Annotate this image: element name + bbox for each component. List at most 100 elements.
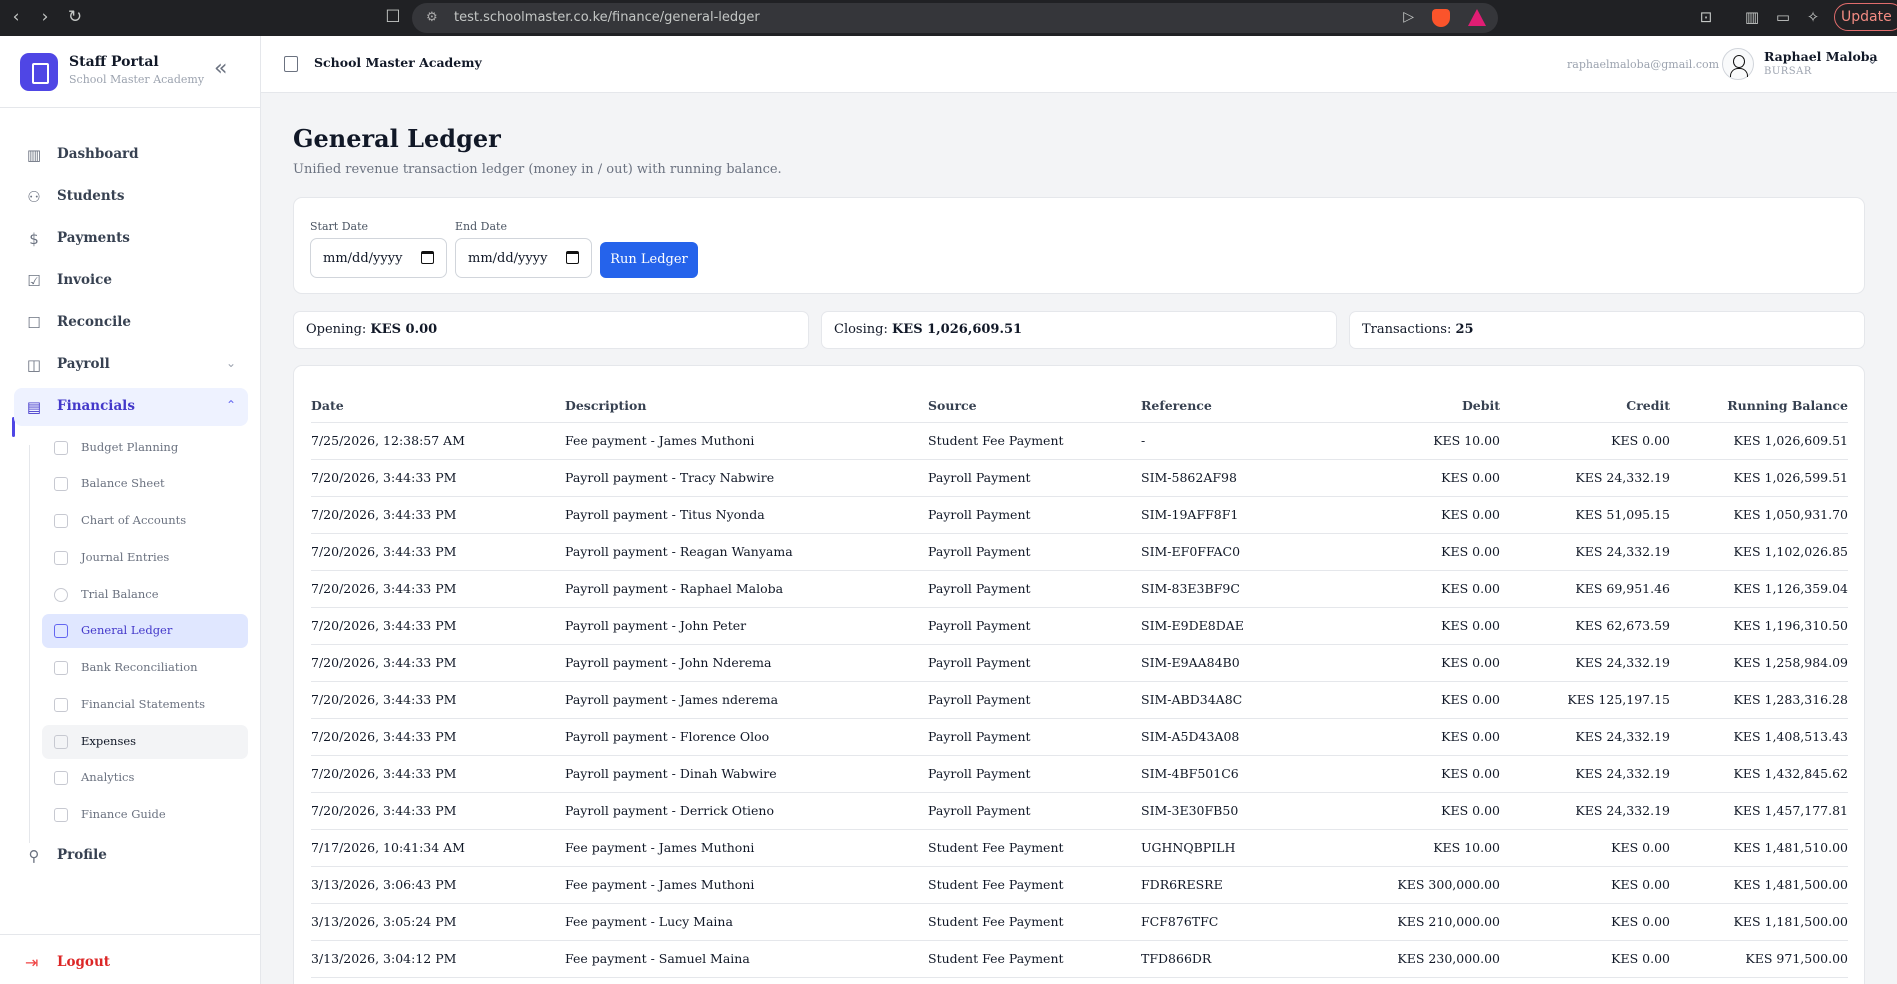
column-header: Running Balance xyxy=(1670,390,1848,423)
subitem-financial-statements[interactable]: Financial Statements xyxy=(42,688,248,722)
subitem-bank-reconciliation[interactable]: Bank Reconciliation xyxy=(42,651,248,685)
chevron-down-icon[interactable]: ⌄ xyxy=(1867,53,1878,68)
start-date-input[interactable]: mm/dd/yyyy xyxy=(310,238,447,278)
sidebar-item-profile[interactable]: ⚲ Profile xyxy=(14,837,248,875)
table-row: 7/17/2026, 10:41:34 AM Fee payment - Jame… xyxy=(311,829,1848,867)
cell-running-balance: KES 1,050,931.70 xyxy=(1670,496,1848,534)
cell-debit: KES 0.00 xyxy=(1306,459,1500,497)
cell-running-balance: KES 1,457,177.81 xyxy=(1670,792,1848,830)
user-name[interactable]: Raphael Maloba xyxy=(1764,49,1878,64)
wallet-icon[interactable]: ▭ xyxy=(1773,8,1793,26)
logout-button[interactable]: ⇥ Logout xyxy=(14,948,248,978)
cell-source: Student Fee Payment xyxy=(928,866,1141,904)
run-ledger-button[interactable]: Run Ledger xyxy=(600,242,698,278)
cell-date: 7/20/2026, 3:44:33 PM xyxy=(311,755,565,793)
clipboard-icon: ☐ xyxy=(27,314,41,332)
cell-source: Payroll Payment xyxy=(928,755,1141,793)
user-role: BURSAR xyxy=(1764,66,1812,77)
cell-description: Fee payment - James Muthoni xyxy=(565,422,928,460)
cell-reference: SIM-83E3BF9C xyxy=(1141,570,1306,608)
top-header: School Master Academy raphaelmaloba@gmai… xyxy=(261,36,1897,93)
cell-date: 3/13/2026, 3:06:43 PM xyxy=(311,866,565,904)
sidebar-item-dashboard[interactable]: ▥ Dashboard xyxy=(14,136,248,174)
cell-reference: TFD866DR xyxy=(1141,940,1306,978)
cell-date: 7/20/2026, 3:44:33 PM xyxy=(311,496,565,534)
brave-shields-icon[interactable] xyxy=(1432,9,1450,27)
sidebar-item-students[interactable]: ⚇ Students xyxy=(14,178,248,216)
receipt-icon xyxy=(54,735,68,749)
submenu-divider xyxy=(29,445,30,843)
column-header: Source xyxy=(928,390,1141,423)
forward-icon[interactable]: › xyxy=(35,7,55,27)
chart-bar-icon: ▥ xyxy=(26,146,42,164)
transactions-label: Transactions: xyxy=(1362,322,1452,337)
brave-rewards-icon[interactable] xyxy=(1468,9,1486,26)
subitem-trial-balance[interactable]: Trial Balance xyxy=(42,578,248,612)
subitem-analytics[interactable]: Analytics xyxy=(42,761,248,795)
back-icon[interactable]: ‹ xyxy=(6,7,26,27)
subitem-label: Balance Sheet xyxy=(81,476,165,490)
sidebar-item-reconcile[interactable]: ☐ Reconcile xyxy=(14,304,248,342)
sidebar-item-payments[interactable]: $ Payments xyxy=(14,220,248,258)
cell-credit: KES 24,332.19 xyxy=(1500,718,1670,756)
cell-reference: SIM-ABD34A8C xyxy=(1141,681,1306,719)
book-icon xyxy=(54,808,68,822)
calendar-icon[interactable] xyxy=(566,251,579,264)
update-button[interactable]: Update xyxy=(1834,3,1897,31)
subitem-finance-guide[interactable]: Finance Guide xyxy=(42,798,248,832)
subitem-expenses[interactable]: Expenses xyxy=(42,725,248,759)
sidebar-item-financials[interactable]: ▤ Financials ⌃ xyxy=(14,388,248,426)
sidebar-item-label: Profile xyxy=(57,847,107,863)
subitem-label: Chart of Accounts xyxy=(81,513,187,527)
cell-source: Payroll Payment xyxy=(928,792,1141,830)
share-icon[interactable]: ▷ xyxy=(1403,9,1414,25)
column-header: Date xyxy=(311,390,565,423)
subitem-label: Finance Guide xyxy=(81,807,166,821)
logout-label: Logout xyxy=(57,954,110,970)
end-date-input[interactable]: mm/dd/yyyy xyxy=(455,238,592,278)
subitem-general-ledger[interactable]: General Ledger xyxy=(42,614,248,648)
leo-ai-icon[interactable]: ✧ xyxy=(1803,8,1823,26)
screenshot-icon[interactable]: ⊡ xyxy=(1696,8,1716,26)
sidebar-item-invoice[interactable]: ☑ Invoice xyxy=(14,262,248,300)
chevron-down-icon: ⌄ xyxy=(225,356,236,370)
table-row: 3/13/2026, 3:04:12 PM Fee payment - Samue… xyxy=(311,940,1848,978)
subitem-label: Budget Planning xyxy=(81,440,179,454)
cell-debit: KES 0.00 xyxy=(1306,644,1500,682)
cell-credit: KES 24,332.19 xyxy=(1500,755,1670,793)
subitem-chart-of-accounts[interactable]: Chart of Accounts xyxy=(42,504,248,538)
cell-date: 7/20/2026, 3:44:33 PM xyxy=(311,607,565,645)
avatar[interactable] xyxy=(1722,48,1754,80)
bookmark-icon[interactable]: ☐ xyxy=(383,7,403,27)
reload-icon[interactable]: ↻ xyxy=(65,7,85,27)
subitem-label: Bank Reconciliation xyxy=(81,660,198,674)
table-row: 7/20/2026, 3:44:33 PM Payroll payment - T… xyxy=(311,459,1848,497)
site-settings-icon[interactable]: ⚙ xyxy=(426,10,438,25)
opening-label: Opening: xyxy=(306,322,367,337)
subitem-budget-planning[interactable]: Budget Planning xyxy=(42,431,248,465)
cell-source: Payroll Payment xyxy=(928,570,1141,608)
collapse-sidebar-icon[interactable]: « xyxy=(214,58,227,80)
subitem-balance-sheet[interactable]: Balance Sheet xyxy=(42,467,248,501)
ledger-icon: ▤ xyxy=(26,398,42,416)
calendar-icon[interactable] xyxy=(421,251,434,264)
cell-reference: SIM-4BF501C6 xyxy=(1141,755,1306,793)
table-row: 7/20/2026, 3:44:33 PM Payroll payment - J… xyxy=(311,607,1848,645)
sidebar: Staff Portal School Master Academy « ▥ D… xyxy=(0,36,261,984)
sidebar-divider xyxy=(0,934,261,935)
address-bar[interactable]: ⚙ test.schoolmaster.co.ke/finance/genera… xyxy=(412,3,1498,33)
sidebar-toggle-icon[interactable]: ▥ xyxy=(1742,8,1762,26)
cell-reference: UGHNQBPILH xyxy=(1141,829,1306,867)
document-icon xyxy=(54,551,68,565)
url-text[interactable]: test.schoolmaster.co.ke/finance/general-… xyxy=(454,10,760,25)
cell-running-balance: KES 1,283,316.28 xyxy=(1670,681,1848,719)
sidebar-item-payroll[interactable]: ◫ Payroll ⌄ xyxy=(14,346,248,384)
chart-bar-icon xyxy=(54,771,68,785)
subitem-journal-entries[interactable]: Journal Entries xyxy=(42,541,248,575)
cell-reference: FCF876TFC xyxy=(1141,903,1306,941)
table-row: 7/20/2026, 3:44:33 PM Payroll payment - D… xyxy=(311,792,1848,830)
cell-credit: KES 69,951.46 xyxy=(1500,570,1670,608)
cell-running-balance: KES 1,026,599.51 xyxy=(1670,459,1848,497)
cell-date: 7/20/2026, 3:44:33 PM xyxy=(311,792,565,830)
cell-debit: KES 0.00 xyxy=(1306,496,1500,534)
